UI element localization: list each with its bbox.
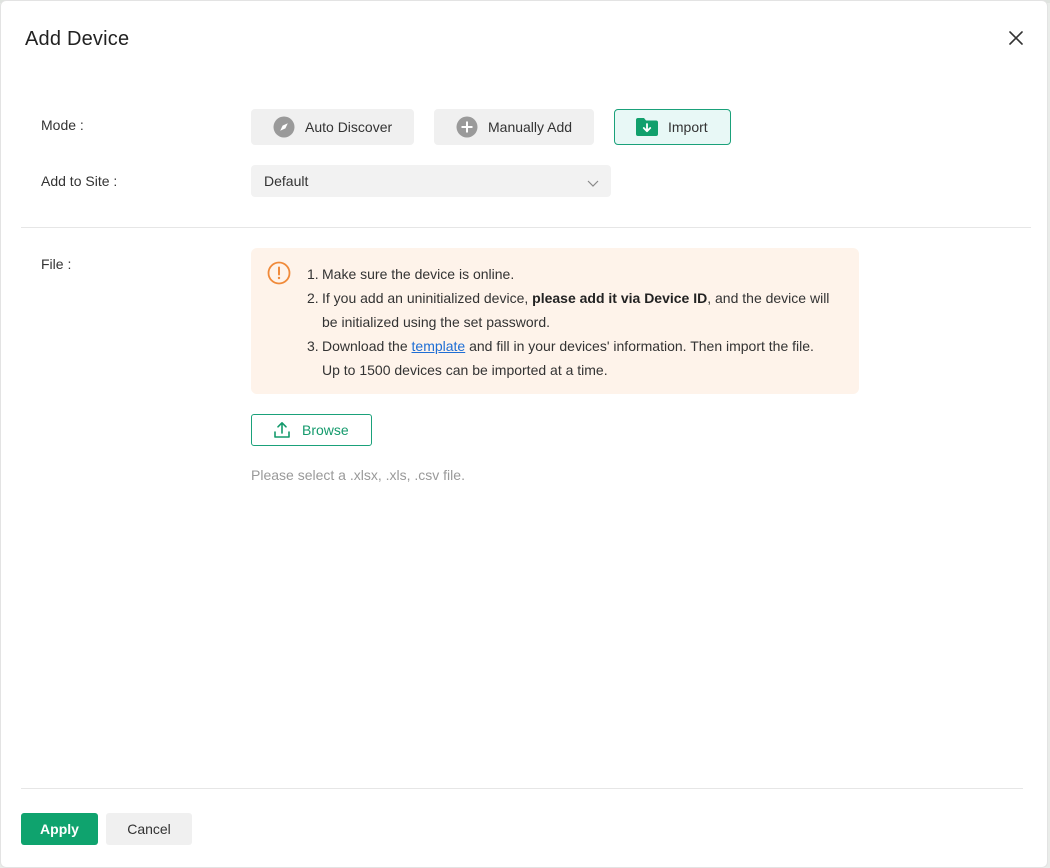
close-icon bbox=[1009, 31, 1023, 45]
notice-item-continuation: be initialized using the set password. bbox=[322, 314, 551, 330]
site-select[interactable]: Default bbox=[251, 165, 611, 197]
apply-button[interactable]: Apply bbox=[21, 813, 98, 845]
close-button[interactable] bbox=[1007, 29, 1025, 47]
dialog-title: Add Device bbox=[25, 28, 130, 50]
template-link[interactable]: template bbox=[412, 338, 466, 354]
notice-item: 1. Make sure the device is online. bbox=[307, 266, 515, 282]
browse-label: Browse bbox=[302, 422, 349, 438]
section-divider bbox=[21, 227, 1031, 228]
mode-auto-discover-label: Auto Discover bbox=[305, 119, 393, 135]
mode-import-button[interactable]: Import bbox=[614, 109, 731, 145]
notice-item: 2. If you add an uninitialized device, p… bbox=[307, 290, 830, 306]
file-label: File : bbox=[41, 256, 72, 272]
notice-list: 1. Make sure the device is online. 2. If… bbox=[307, 262, 829, 382]
chevron-down-icon bbox=[587, 175, 599, 191]
site-select-value: Default bbox=[264, 173, 309, 189]
mode-import-label: Import bbox=[668, 119, 708, 135]
cancel-button[interactable]: Cancel bbox=[106, 813, 192, 845]
file-type-hint: Please select a .xlsx, .xls, .csv file. bbox=[251, 467, 465, 483]
import-notice: 1. Make sure the device is online. 2. If… bbox=[251, 248, 859, 394]
browse-button[interactable]: Browse bbox=[251, 414, 372, 446]
add-device-dialog: Add Device Mode : Auto Discover Manually… bbox=[0, 0, 1048, 868]
mode-auto-discover-button[interactable]: Auto Discover bbox=[251, 109, 414, 145]
plus-circle-icon bbox=[456, 116, 478, 138]
warning-icon bbox=[267, 261, 291, 290]
notice-item: 3. Download the template and fill in you… bbox=[307, 338, 814, 354]
mode-label: Mode : bbox=[41, 117, 84, 133]
footer-divider bbox=[21, 788, 1023, 789]
site-label: Add to Site : bbox=[41, 173, 118, 189]
folder-download-icon bbox=[635, 116, 659, 138]
mode-manually-add-button[interactable]: Manually Add bbox=[434, 109, 594, 145]
device-id-emphasis: please add it via Device ID bbox=[532, 290, 708, 306]
compass-icon bbox=[273, 116, 295, 138]
notice-item-continuation: Up to 1500 devices can be imported at a … bbox=[322, 362, 608, 378]
upload-icon bbox=[273, 421, 291, 439]
mode-manually-add-label: Manually Add bbox=[488, 119, 573, 135]
